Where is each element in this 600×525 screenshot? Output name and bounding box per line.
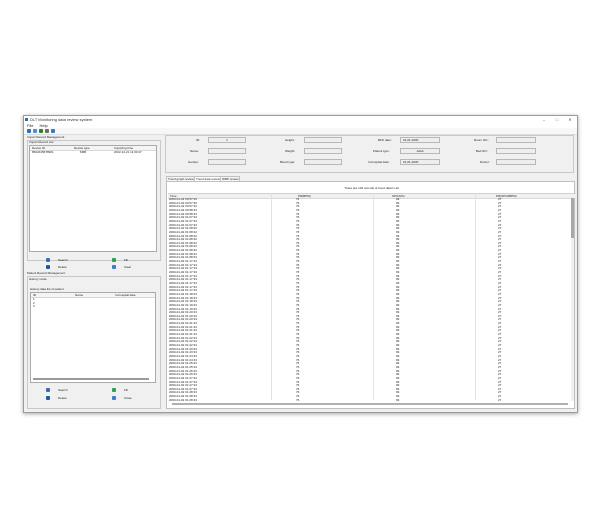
patient-fill-button[interactable]: Fill (112, 387, 142, 393)
patient-id-cell: 3 (33, 304, 35, 308)
trend-data-panel: There are 102 records of trend data in a… (166, 181, 576, 409)
bed-field[interactable] (496, 148, 536, 154)
patient-search-button[interactable]: Search (46, 387, 76, 393)
close-panel-button[interactable]: Close (112, 395, 142, 401)
patient-type-select[interactable]: Adult (400, 148, 440, 154)
height-field[interactable] (304, 137, 342, 143)
horizontal-scrollbar[interactable] (33, 378, 149, 380)
in-hospital-date-label: In-hospital date: (368, 160, 390, 164)
close-button[interactable]: ✕ (565, 116, 575, 123)
fill-icon (112, 388, 116, 392)
importing-time-cell: 2022-12-21 11:00:47 (114, 150, 142, 154)
vertical-scrollbar[interactable] (571, 198, 574, 401)
delete-button[interactable]: Delete (46, 264, 76, 270)
birth-date-label: Birth date: (378, 138, 392, 142)
weight-field[interactable] (304, 148, 342, 154)
search-icon (46, 258, 50, 262)
trend-rows: 2000-01-02 00:57:29 76 99 27 2000-01-02 00:5… (168, 198, 570, 402)
bed-label: Bed NO.: (476, 149, 489, 153)
app-window: DLT Monitoring data review system – □ ✕ … (23, 115, 578, 413)
table-row[interactable]: 2000-01-02 01:28:33 76 99 27 (168, 397, 570, 402)
col-name[interactable]: Name (75, 293, 83, 297)
delete-icon (46, 265, 50, 269)
id-label: ID: (196, 138, 200, 142)
in-hospital-date-picker[interactable]: 01-01-2000 (400, 159, 440, 165)
id-field[interactable]: 1 (208, 137, 246, 143)
doctor-field[interactable] (496, 159, 536, 165)
weight-label: Weight: (285, 149, 296, 153)
import-record-table[interactable]: Device ID Device type Importing time 860… (29, 145, 157, 252)
name-label: Name: (190, 149, 199, 153)
spo2-cell: 99 (396, 397, 400, 402)
clear-icon (112, 265, 116, 269)
blood-type-field[interactable] (304, 159, 342, 165)
maximize-button[interactable]: □ (552, 116, 562, 123)
pr-spo2-cell: 27 (498, 397, 502, 402)
delete-icon (46, 396, 50, 400)
time-cell: 2000-01-02 01:28:33 (169, 397, 197, 402)
history-mode-label[interactable]: History mode (29, 277, 47, 281)
toolbar (24, 128, 577, 135)
birth-date-picker[interactable]: 01-01-2000 (400, 137, 440, 143)
new-record-icon[interactable] (27, 129, 31, 133)
device-id-cell: 8602345678901 (32, 150, 54, 154)
doctor-label: Doctor: (480, 160, 490, 164)
close-icon (112, 396, 116, 400)
height-label: Height: (285, 138, 295, 142)
patient-type-label: Patient type: (373, 149, 390, 153)
app-icon (25, 118, 28, 121)
gender-field[interactable] (208, 159, 246, 165)
table-row[interactable]: 3 (31, 304, 155, 308)
import-list-title: Import Record List (29, 140, 54, 144)
gender-label: Gender: (188, 160, 199, 164)
print-icon[interactable] (45, 129, 49, 133)
room-field[interactable] (496, 137, 536, 143)
scrollbar-thumb[interactable] (571, 198, 574, 238)
patient-panel-title: Patient Record Management (27, 271, 66, 275)
col-in-hospital-date[interactable]: In-hospital date (115, 293, 136, 297)
table-row[interactable]: 8602345678901 M6B 2022-12-21 11:00:47 (30, 150, 156, 155)
blood-type-label: Blood type: (280, 160, 296, 164)
title-bar: DLT Monitoring data review system – □ ✕ (24, 116, 577, 123)
patient-delete-button[interactable]: Delete (46, 395, 76, 401)
device-type-cell: M6B (80, 150, 87, 154)
search-button[interactable]: Search (46, 257, 76, 263)
minimize-button[interactable]: – (539, 116, 549, 123)
settings-icon[interactable] (51, 129, 55, 133)
horizontal-scrollbar[interactable] (172, 403, 568, 405)
open-folder-icon[interactable] (33, 129, 37, 133)
pr-cell: 76 (296, 397, 300, 402)
fill-icon (112, 258, 116, 262)
room-label: Room NO.: (474, 138, 490, 142)
save-icon[interactable] (39, 129, 43, 133)
trend-summary: There are 102 records of trend data in a… (344, 186, 399, 190)
search-icon (46, 388, 50, 392)
name-field[interactable] (208, 148, 246, 154)
patient-history-table[interactable]: ID Name In-hospital date 1 2 3 (30, 292, 156, 383)
clear-button[interactable]: Clear (112, 264, 142, 270)
import-panel-title: Import Record Management (27, 135, 65, 139)
history-list-title: History data list of patient (30, 287, 64, 291)
fill-button[interactable]: Fill (112, 257, 142, 263)
window-title: DLT Monitoring data review system (30, 117, 93, 122)
